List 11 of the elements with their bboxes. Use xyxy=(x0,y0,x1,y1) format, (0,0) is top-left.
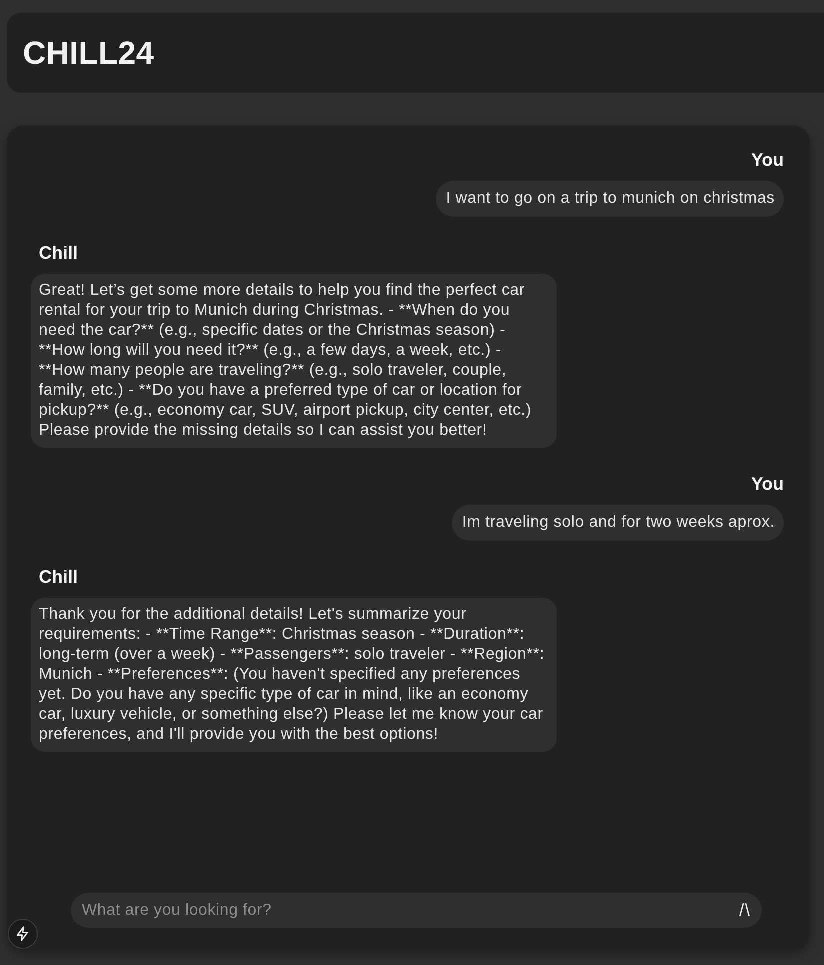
sender-name: You xyxy=(751,150,784,171)
sender-name: Chill xyxy=(38,567,79,588)
sender-name: You xyxy=(751,474,784,495)
sender-name: Chill xyxy=(38,243,79,264)
app-title: CHILL24 xyxy=(23,34,154,72)
user-message-bubble: Im traveling solo and for two weeks aprox. xyxy=(452,505,784,541)
assistant-message-bubble: Great! Let’s get some more details to help you find the perfect car rental for your trip to Munich during Christmas. - **When do you need the car?** (e.g., specific dates or the Christmas season) - **How long will you need it?** (e.g., a few days, a week, etc.) - **How many people are traveling?** (e.g., solo traveler, couple, family, etc.) - **Do you have a preferred type of car or location for pickup?** (e.g., economy car, SUV, airport pickup, city center, etc.) Please provide the missing details so I can assist you better! xyxy=(31,274,557,448)
send-button[interactable]: /\ xyxy=(738,900,753,920)
user-message-bubble: I want to go on a trip to munich on christmas xyxy=(436,181,784,217)
chat-input-field[interactable]: What are you looking for? /\ xyxy=(71,893,762,928)
assistant-message-bubble: Thank you for the additional details! Let's summarize your requirements: - **Time Range**: Christmas season - **Duration**: long-term (over a week) - **Passengers**: solo traveler - **Region**: Munich - **Preferences**: (You haven't specified any preferences yet. Do you have any specific type of car in mind, like an economy car, luxury vehicle, or something else?) Please let me know your car preferences, and I'll provide you with the best options! xyxy=(31,598,557,752)
